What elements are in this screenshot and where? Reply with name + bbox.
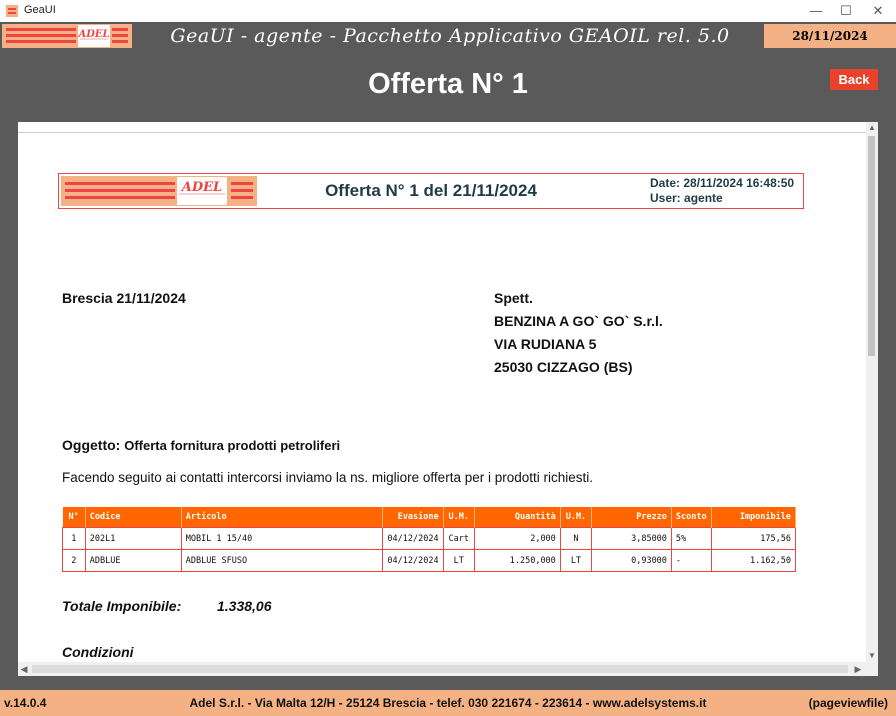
col-header-code: Codice xyxy=(85,507,182,528)
document-logo: ADEL xyxy=(61,176,257,206)
app-header: ADEL GeaUI - agente - Pacchetto Applicat… xyxy=(0,22,896,67)
cell-quantity: 1.250,000 xyxy=(473,549,561,572)
scroll-right-icon[interactable]: ▶ xyxy=(852,662,864,676)
svg-text:ADEL: ADEL xyxy=(77,29,109,40)
document-meta: Date: 28/11/2024 16:48:50 User: agente xyxy=(650,176,794,206)
cell-taxable: 1.162,50 xyxy=(711,549,796,572)
document-user: User: agente xyxy=(650,191,723,205)
cell-taxable: 175,56 xyxy=(711,527,796,550)
scroll-down-icon[interactable]: ▼ xyxy=(866,650,878,662)
cell-um2: N xyxy=(559,527,593,550)
app-title: GeaUI - agente - Pacchetto Applicativo G… xyxy=(170,25,730,47)
col-header-delivery: Evasione xyxy=(382,507,444,528)
document-header: ADEL Offerta N° 1 del 21/11/2024 Date: 2… xyxy=(58,173,804,209)
col-header-um2: U.M. xyxy=(560,507,593,528)
table-row: 1 202L1 MOBIL 1 15/40 04/12/2024 Cart 2,… xyxy=(62,527,796,550)
cell-price: 0,93000 xyxy=(591,549,672,572)
col-header-article: Articolo xyxy=(181,507,383,528)
vertical-scrollbar[interactable]: ▲ ▼ xyxy=(866,122,878,662)
recipient-city: 25030 CIZZAGO (BS) xyxy=(494,359,633,375)
col-header-quantity: Quantità xyxy=(474,507,561,528)
company-info: Adel S.r.l. - Via Malta 12/H - 25124 Bre… xyxy=(189,696,707,710)
col-header-taxable: Imponibile xyxy=(711,507,796,528)
offer-items-table: N° Codice Articolo Evasione U.M. Quantit… xyxy=(62,507,796,572)
back-button[interactable]: Back xyxy=(830,69,878,90)
col-header-price: Prezzo xyxy=(591,507,672,528)
cell-article: ADBLUE SFUSO xyxy=(180,549,383,572)
cell-num: 1 xyxy=(62,527,86,550)
cell-article: MOBIL 1 15/40 xyxy=(180,527,383,550)
app-icon xyxy=(6,5,18,17)
maximize-button[interactable]: ☐ xyxy=(830,0,862,22)
cell-um2: LT xyxy=(559,549,593,572)
adel-logo: ADEL xyxy=(2,24,132,48)
datetime-display: 28/11/2024 16:48:58 xyxy=(764,24,896,67)
cell-num: 2 xyxy=(62,549,86,572)
view-mode: (pageviewfile) xyxy=(808,696,888,710)
total-label: Totale Imponibile: xyxy=(62,598,182,614)
col-header-num: N° xyxy=(62,507,86,528)
recipient-street: VIA RUDIANA 5 xyxy=(494,336,597,352)
recipient-name: BENZINA A GO` GO` S.r.l. xyxy=(494,313,663,329)
document-viewer[interactable]: ADEL Offerta N° 1 del 21/11/2024 Date: 2… xyxy=(18,122,878,676)
cell-quantity: 2,000 xyxy=(473,527,561,550)
cell-discount: - xyxy=(670,549,713,572)
version-label: v.14.0.4 xyxy=(4,696,47,710)
conditions-label: Condizioni xyxy=(62,644,134,660)
cell-code: 202L1 xyxy=(84,527,182,550)
page-title: Offerta N° 1 xyxy=(368,68,528,100)
col-header-discount: Sconto xyxy=(671,507,713,528)
document-date: Date: 28/11/2024 16:48:50 xyxy=(650,176,795,190)
page-header: Offerta N° 1 Back xyxy=(0,50,896,122)
table-row: 2 ADBLUE ADBLUE SFUSO 04/12/2024 LT 1.25… xyxy=(62,549,796,572)
cell-um: Cart xyxy=(442,527,475,550)
cell-code: ADBLUE xyxy=(84,549,182,572)
document-title: Offerta N° 1 del 21/11/2024 xyxy=(325,181,537,200)
scroll-up-icon[interactable]: ▲ xyxy=(866,122,878,134)
table-header-row: N° Codice Articolo Evasione U.M. Quantit… xyxy=(62,507,796,528)
close-button[interactable]: ✕ xyxy=(862,0,894,22)
horizontal-scrollbar[interactable]: ◀ ▶ xyxy=(18,662,866,676)
document-page: ADEL Offerta N° 1 del 21/11/2024 Date: 2… xyxy=(18,122,866,662)
place-date: Brescia 21/11/2024 xyxy=(62,290,186,306)
cell-price: 3,85000 xyxy=(591,527,672,550)
cell-discount: 5% xyxy=(670,527,713,550)
window-title: GeaUI xyxy=(24,4,56,16)
vertical-scroll-thumb[interactable] xyxy=(868,136,875,356)
intro-text: Facendo seguito ai contatti intercorsi i… xyxy=(62,470,594,485)
window-titlebar: GeaUI — ☐ ✕ xyxy=(0,0,896,23)
cell-um: LT xyxy=(442,549,475,572)
scroll-left-icon[interactable]: ◀ xyxy=(18,662,30,676)
col-header-um: U.M. xyxy=(443,507,475,528)
horizontal-scroll-thumb[interactable] xyxy=(32,665,848,673)
cell-delivery: 04/12/2024 xyxy=(381,527,444,550)
cell-delivery: 04/12/2024 xyxy=(381,549,444,572)
svg-text:ADEL: ADEL xyxy=(180,180,222,195)
subject-label: Oggetto: xyxy=(62,437,121,453)
status-footer: Adel S.r.l. - Via Malta 12/H - 25124 Bre… xyxy=(0,690,896,716)
subject-text: Offerta fornitura prodotti petroliferi xyxy=(124,438,341,453)
minimize-button[interactable]: — xyxy=(800,0,832,22)
page-top-divider xyxy=(18,132,866,133)
recipient-salutation: Spett. xyxy=(494,290,533,306)
subject-line: Oggetto: Offerta fornitura prodotti petr… xyxy=(62,437,340,453)
total-value: 1.338,06 xyxy=(217,598,272,614)
